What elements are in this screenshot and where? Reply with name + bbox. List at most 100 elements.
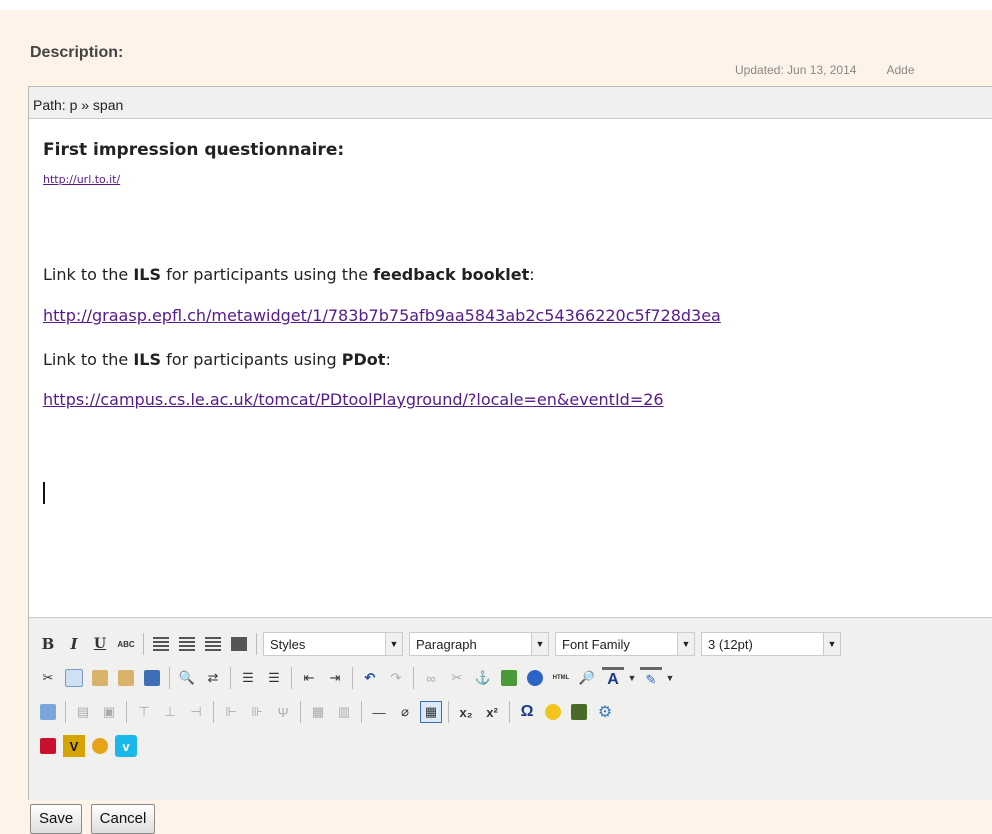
text-cursor [43,482,45,504]
font-size-select[interactable]: 3 (12pt) ▼ [701,632,841,656]
toolbar-row-1: B I U ABC Styles ▼ Paragraph ▼ Font Family… [37,630,847,658]
text: Link to the [43,265,134,284]
ils-pdot-line: Link to the ILS for participants using P… [43,350,391,369]
chevron-down-icon: ▼ [385,633,402,655]
vimeo-icon[interactable]: v [115,735,137,757]
description-label: Description: [30,44,124,61]
insert-col-after-icon[interactable]: ⊪ [246,701,268,723]
pdot-text: PDot [341,350,386,369]
delete-col-icon[interactable]: Ψ [272,701,294,723]
questionnaire-link[interactable]: http://url.to.it/ [43,173,120,186]
split-cells-icon[interactable]: ▦ [307,701,329,723]
align-left-icon[interactable] [150,633,172,655]
bold-button[interactable]: B [37,633,59,655]
v-icon[interactable]: V [63,735,85,757]
special-char-icon[interactable]: Ω [516,701,538,723]
styles-value: Styles [270,636,306,652]
path-bar: Path: p » span [29,87,992,119]
paste-icon[interactable] [89,667,111,689]
subscript-icon[interactable]: x₂ [455,701,477,723]
find-icon[interactable]: 🔍 [176,667,198,689]
insert-row-before-icon[interactable]: ⊤ [133,701,155,723]
ils-text: ILS [133,350,162,369]
chevron-down-icon[interactable]: ▼ [628,667,637,689]
plugin-gear-icon[interactable]: ⚙ [594,701,616,723]
html-icon[interactable]: HTML [550,667,572,689]
font-family-value: Font Family [562,636,630,652]
align-justify-icon[interactable] [228,633,250,655]
editor-toolbar: B I U ABC Styles ▼ Paragraph ▼ Font Family… [29,617,992,800]
text: : [385,350,391,369]
image-icon[interactable] [498,667,520,689]
table-cell-props-icon[interactable]: ▣ [98,701,120,723]
italic-button[interactable]: I [63,633,85,655]
top-strip [0,0,992,10]
text: Link to the [43,350,134,369]
copy-icon[interactable] [63,667,85,689]
styles-select[interactable]: Styles ▼ [263,632,403,656]
remove-format-icon[interactable]: ⌀ [394,701,416,723]
highlight-color-icon[interactable]: ✎ [640,667,662,689]
preview-icon[interactable]: 🔎 [576,667,598,689]
align-center-icon[interactable] [176,633,198,655]
editor-content-area[interactable]: First impression questionnaire: http://u… [29,120,992,617]
cut-icon[interactable]: ✂ [37,667,59,689]
text: for participants using [161,350,342,369]
format-select[interactable]: Paragraph ▼ [409,632,549,656]
insert-row-after-icon[interactable]: ⊥ [159,701,181,723]
undo-icon[interactable]: ↶ [359,667,381,689]
outdent-icon[interactable]: ⇤ [298,667,320,689]
save-button[interactable]: Save [30,804,83,834]
toolbar-row-2: ✂ 🔍 ⇄ ☰ ☰ ⇤ ⇥ ↶ ↷ ∞ ✂ ⚓ HTML 🔎 A ▼ ✎ ▼ [37,664,678,692]
media-icon[interactable] [568,701,590,723]
replace-icon[interactable]: ⇄ [202,667,224,689]
horizontal-rule-icon[interactable]: — [368,701,390,723]
updated-label: Updated: [735,63,784,77]
text-color-icon[interactable]: A [602,667,624,689]
link-icon[interactable]: ∞ [420,667,442,689]
help-icon[interactable] [524,667,546,689]
align-right-icon[interactable] [202,633,224,655]
numbered-list-icon[interactable]: ☰ [263,667,285,689]
feedback-booklet-text: feedback booklet [373,265,530,284]
added-label: Adde [886,63,915,77]
underline-button[interactable]: U [89,633,111,655]
chevron-down-icon: ▼ [531,633,548,655]
ils-feedback-line: Link to the ILS for participants using t… [43,265,535,284]
bullet-list-icon[interactable]: ☰ [237,667,259,689]
paste-text-icon[interactable] [115,667,137,689]
format-value: Paragraph [416,636,477,652]
unlink-icon[interactable]: ✂ [446,667,468,689]
paste-word-icon[interactable] [141,667,163,689]
edit-icon[interactable] [37,701,59,723]
font-family-select[interactable]: Font Family ▼ [555,632,695,656]
updated-date: Jun 13, 2014 [787,63,857,77]
chevron-down-icon[interactable]: ▼ [666,667,675,689]
form-actions: Save Cancel [30,804,159,834]
embed-icon[interactable] [89,735,111,757]
emoticon-icon[interactable] [542,701,564,723]
cancel-button[interactable]: Cancel [90,804,156,834]
pdtool-link[interactable]: https://campus.cs.le.ac.uk/tomcat/PDtool… [43,390,664,409]
merge-cells-icon[interactable]: ▥ [333,701,355,723]
toolbar-row-4: V v [37,732,141,760]
rich-text-editor: Path: p » span First impression question… [28,86,992,800]
table-icon[interactable]: ▦ [420,701,442,723]
graasp-link[interactable]: http://graasp.epfl.ch/metawidget/1/783b7… [43,306,721,325]
text: : [529,265,535,284]
redo-icon[interactable]: ↷ [385,667,407,689]
heading: First impression questionnaire: [43,140,345,160]
insert-col-before-icon[interactable]: ⊩ [220,701,242,723]
updated-info: Updated: Jun 13, 2014 Adde [735,63,915,77]
indent-icon[interactable]: ⇥ [324,667,346,689]
delete-row-icon[interactable]: ⊣ [185,701,207,723]
anchor-icon[interactable]: ⚓ [472,667,494,689]
chevron-down-icon: ▼ [677,633,694,655]
youtube-icon[interactable] [37,735,59,757]
text: for participants using the [161,265,374,284]
ils-text: ILS [133,265,162,284]
chevron-down-icon: ▼ [823,633,840,655]
superscript-icon[interactable]: x² [481,701,503,723]
strikethrough-button[interactable]: ABC [115,633,137,655]
table-row-props-icon[interactable]: ▤ [72,701,94,723]
